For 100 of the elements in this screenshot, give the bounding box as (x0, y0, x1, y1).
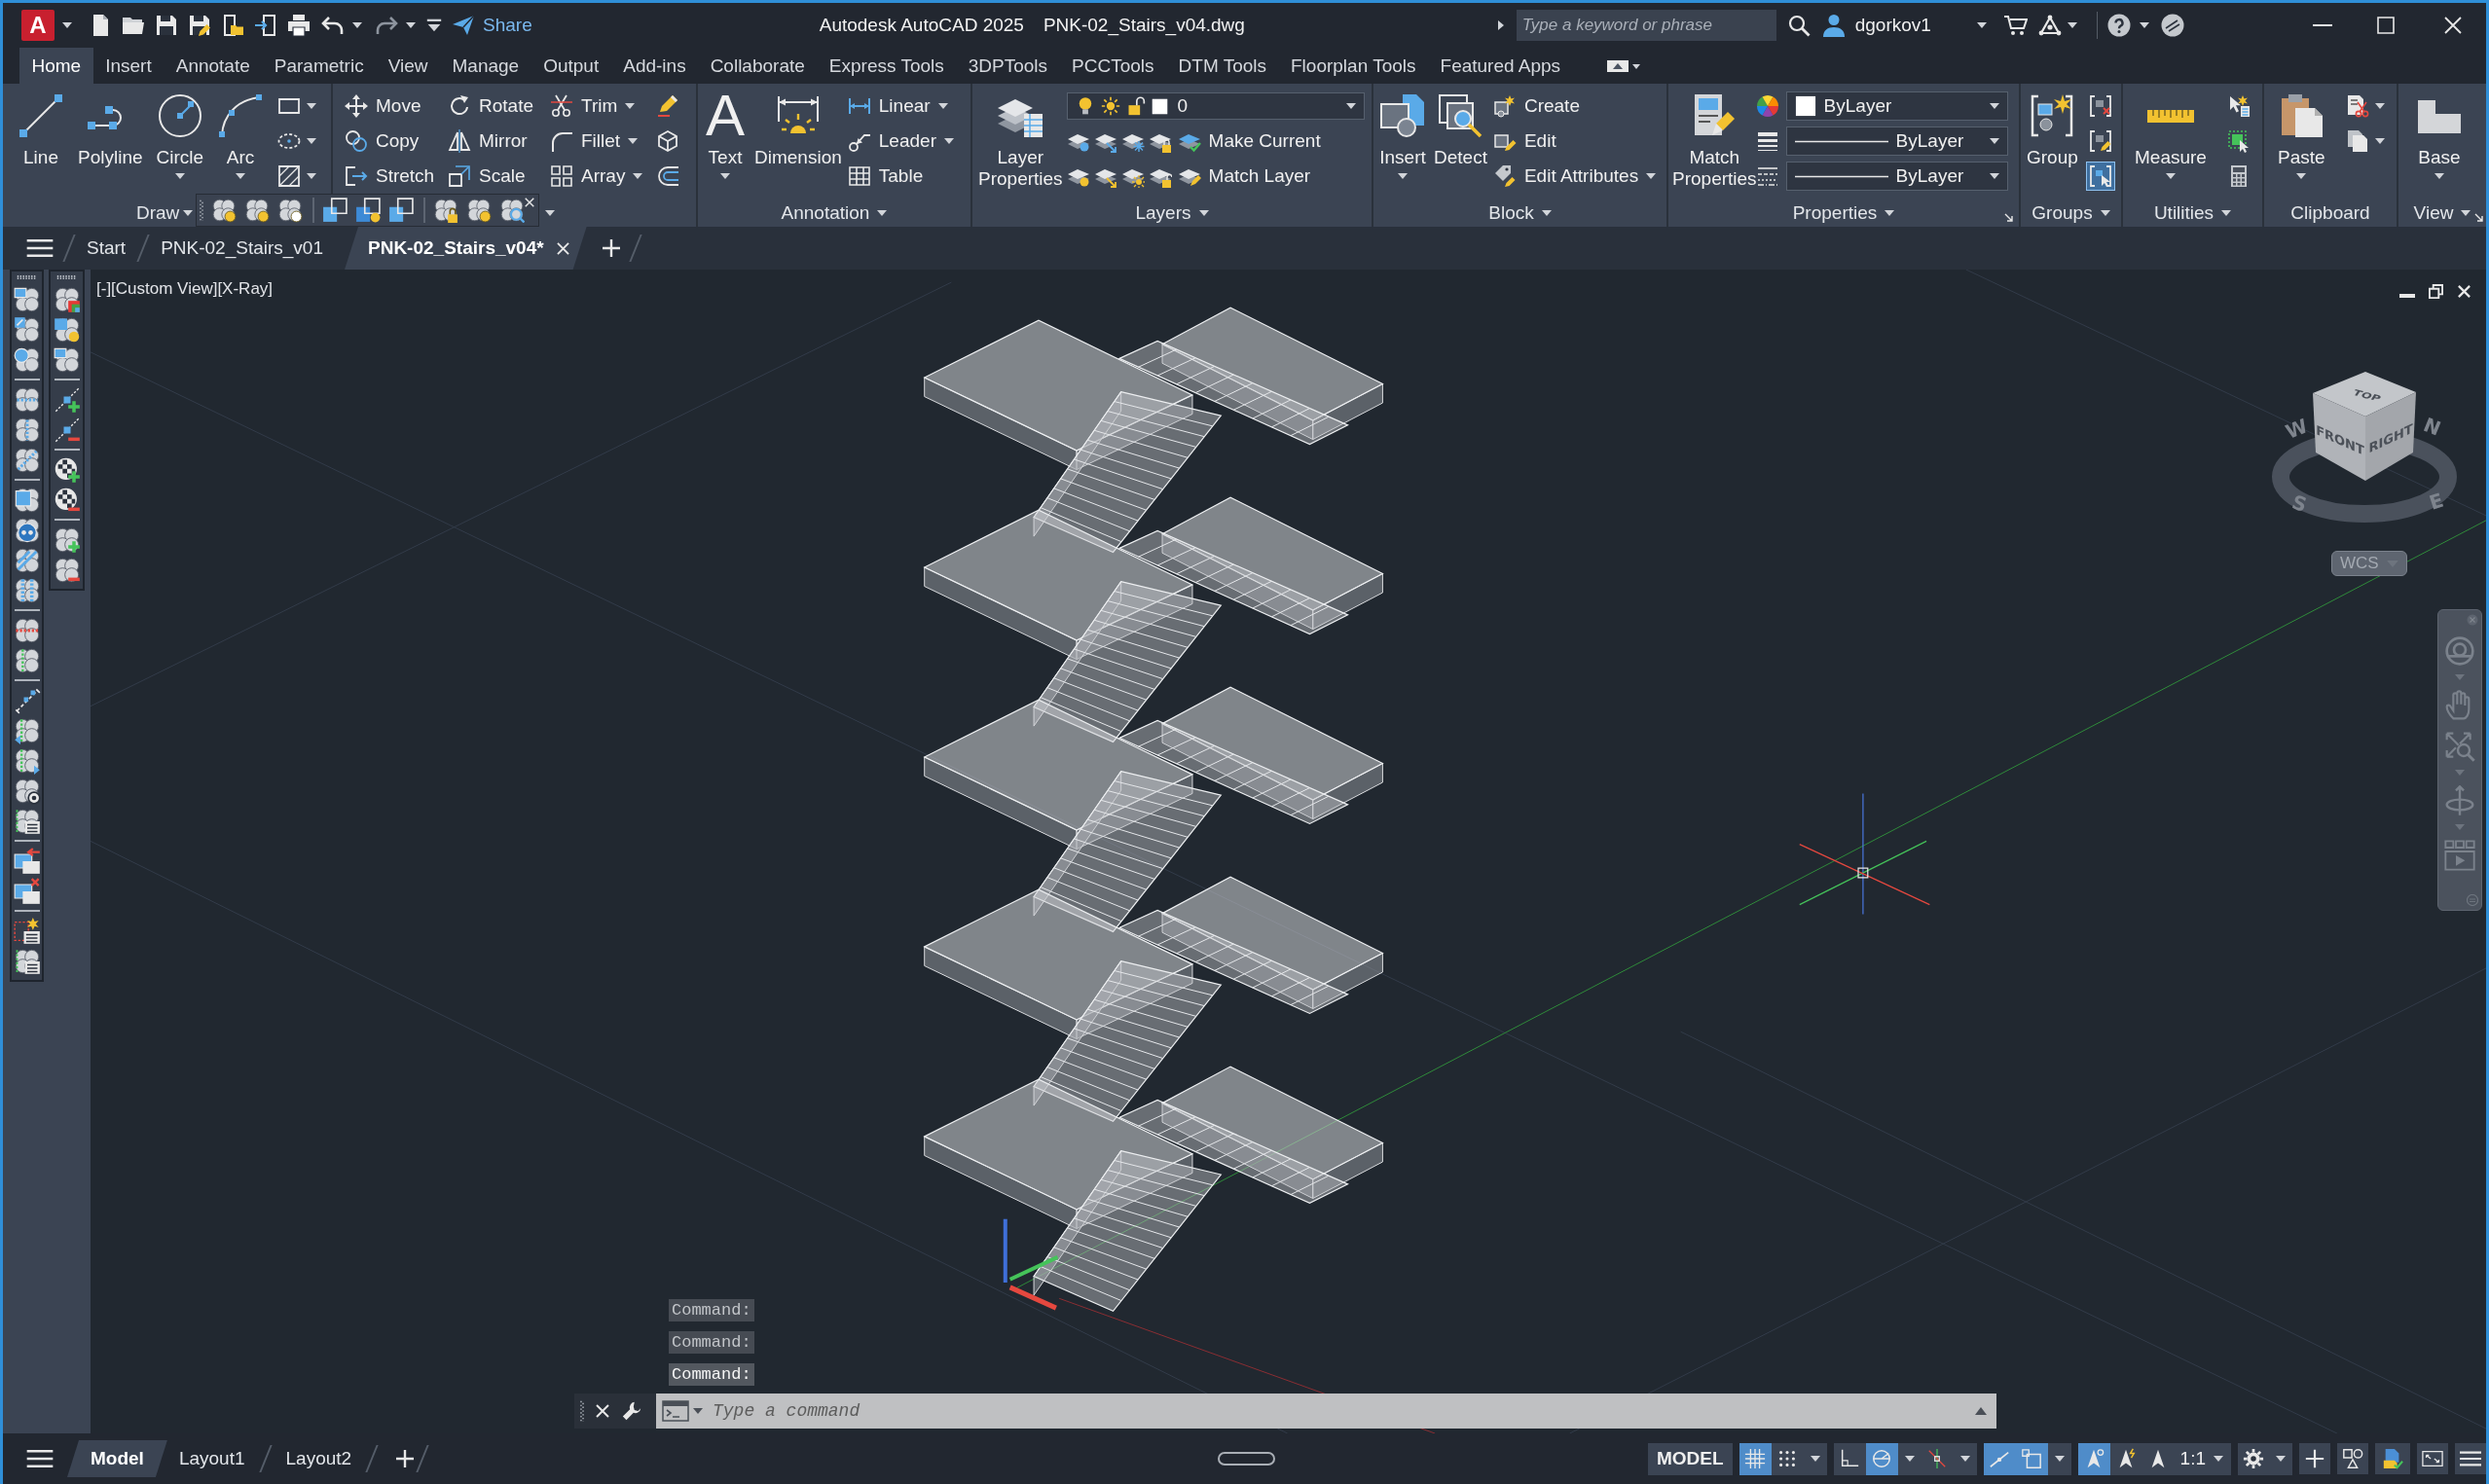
share-button[interactable]: Share (452, 14, 532, 37)
panel-title-button[interactable]: View (2413, 202, 2471, 224)
screen-arrow-icon[interactable] (13, 847, 41, 875)
two-squares-toggle[interactable] (2015, 1442, 2048, 1475)
customize-caret-icon[interactable] (425, 17, 443, 34)
circle-angle-toggle[interactable] (1865, 1442, 1898, 1475)
tool-button[interactable]: Move (343, 89, 446, 124)
caret-icon[interactable] (307, 173, 317, 179)
bracket-cursor-icon[interactable] (2086, 163, 2114, 190)
file-tab[interactable]: Start (85, 227, 128, 270)
layer-cluster-icon[interactable] (13, 616, 41, 644)
triangle-nodes-icon[interactable] (2037, 14, 2062, 37)
panel-title-button[interactable]: Clipboard (2290, 202, 2370, 224)
launcher-arrow-icon[interactable] (2004, 213, 2014, 223)
tool-button[interactable]: Circle (152, 89, 208, 179)
caret-icon[interactable] (307, 103, 317, 109)
offset-icon[interactable] (656, 164, 679, 188)
cluster-list-icon[interactable] (13, 947, 41, 975)
caret-icon[interactable] (2139, 22, 2149, 28)
chat-disc-icon[interactable] (2160, 14, 2184, 37)
ribbon-tab[interactable]: Annotate (164, 48, 263, 84)
tool-button[interactable]: Stretch (343, 159, 446, 194)
layer-cluster-icon[interactable] (53, 345, 81, 374)
tool-button[interactable]: Detect (1430, 89, 1491, 168)
nodes-minus-icon[interactable] (53, 416, 81, 444)
layer-cluster-icon[interactable] (13, 486, 41, 514)
shapes-icon[interactable] (2337, 1443, 2368, 1474)
layer-cluster-icon[interactable] (13, 576, 41, 604)
plus-icon[interactable] (602, 239, 620, 257)
color-wheel-icon[interactable] (1755, 94, 1779, 118)
tool-button[interactable]: Create (1490, 89, 1659, 124)
layer-cluster-icon[interactable] (53, 285, 81, 313)
tool-button[interactable]: Insert (1375, 89, 1430, 179)
ribbon-tab[interactable]: Output (531, 48, 611, 84)
cluster-zoom-icon[interactable] (499, 198, 525, 223)
layer-cluster-icon[interactable] (13, 546, 41, 574)
layer-cluster-icon[interactable] (13, 646, 41, 674)
user-account-button[interactable]: dgorkov1 (1821, 14, 1931, 37)
close-icon[interactable] (2444, 17, 2462, 34)
caret-icon[interactable] (2374, 103, 2385, 109)
caret-icon[interactable] (2276, 1456, 2286, 1462)
layout-tab[interactable]: Model (67, 1440, 167, 1477)
layer-cluster-icon[interactable] (13, 285, 41, 313)
hatch-icon[interactable] (277, 164, 302, 188)
diagonal-line-toggle[interactable] (1983, 1442, 2016, 1475)
tool-button[interactable]: Base (2412, 89, 2467, 179)
tool-button[interactable]: Scale (446, 159, 548, 194)
pencil-icon[interactable] (656, 94, 679, 118)
caret-icon[interactable] (2374, 138, 2385, 144)
tool-button[interactable]: Line (14, 89, 68, 168)
ribbon-tab[interactable]: Manage (440, 48, 531, 84)
lineweight-dropdown[interactable]: ByLayer (1785, 127, 2008, 156)
model-space-button[interactable]: MODEL (1647, 1442, 1733, 1475)
layer-cluster-icon[interactable] (277, 198, 303, 223)
squares-icon[interactable] (388, 198, 414, 223)
panel-title-button[interactable]: Properties (1792, 202, 1895, 224)
phone-folder-icon[interactable] (221, 14, 244, 37)
caret-icon[interactable] (352, 22, 362, 28)
caret-icon[interactable] (62, 22, 72, 28)
ribbon-tab[interactable]: DTM Tools (1166, 48, 1279, 84)
close-icon[interactable] (596, 1404, 609, 1418)
caret-icon[interactable] (2067, 22, 2077, 28)
ribbon-tab[interactable]: Parametric (262, 48, 377, 84)
layer-cluster-icon[interactable] (13, 516, 41, 544)
tool-button[interactable]: Paste (2274, 89, 2329, 179)
line-types-icon[interactable] (1755, 164, 1779, 188)
layer-cluster-icon[interactable] (466, 198, 492, 223)
cube-icon[interactable] (656, 129, 679, 153)
nodes-plus-icon[interactable] (53, 385, 81, 414)
line-weights-icon[interactable] (1755, 129, 1779, 153)
fullscreen-icon[interactable] (2417, 1443, 2448, 1474)
minimize-icon[interactable] (2399, 293, 2415, 298)
cluster-gear-icon[interactable] (13, 777, 41, 805)
arrowhead-circle-toggle[interactable] (2077, 1442, 2110, 1475)
caret-icon[interactable] (307, 138, 317, 144)
screen-x-icon[interactable] (13, 877, 41, 905)
close-icon[interactable] (525, 198, 534, 207)
layer-dropdown[interactable]: 0 (1066, 92, 1365, 120)
ribbon-tab[interactable]: Featured Apps (1428, 48, 1573, 84)
cluster-list-icon[interactable] (13, 807, 41, 835)
layout-tab[interactable]: Layout1 (166, 1440, 257, 1477)
tool-button[interactable]: Array (548, 159, 656, 194)
tool-button[interactable]: Table (845, 159, 956, 194)
layer-cluster-minus-icon[interactable] (53, 556, 81, 584)
menu-icon[interactable] (26, 238, 54, 258)
tool-button[interactable]: Mirror (446, 124, 548, 159)
grip-icon[interactable] (16, 275, 38, 279)
tool-button[interactable]: Measure (2131, 89, 2211, 179)
caret-icon[interactable] (1810, 1456, 1820, 1462)
tool-button[interactable]: Linear (845, 89, 956, 124)
expand-arrow-icon[interactable] (1497, 20, 1504, 30)
layer-cluster-icon[interactable] (53, 315, 81, 344)
ribbon-tab[interactable]: PCCTools (1059, 48, 1167, 84)
bracket-pencil-icon[interactable] (2088, 129, 2112, 153)
caret-icon[interactable] (1959, 1456, 1970, 1462)
printer-icon[interactable] (287, 14, 311, 37)
tool-button[interactable]: Layer Properties (974, 89, 1067, 190)
layer-cluster-icon[interactable] (13, 746, 41, 775)
launcher-arrow-icon[interactable] (2474, 213, 2484, 223)
page-scissors-icon[interactable] (2345, 94, 2369, 118)
